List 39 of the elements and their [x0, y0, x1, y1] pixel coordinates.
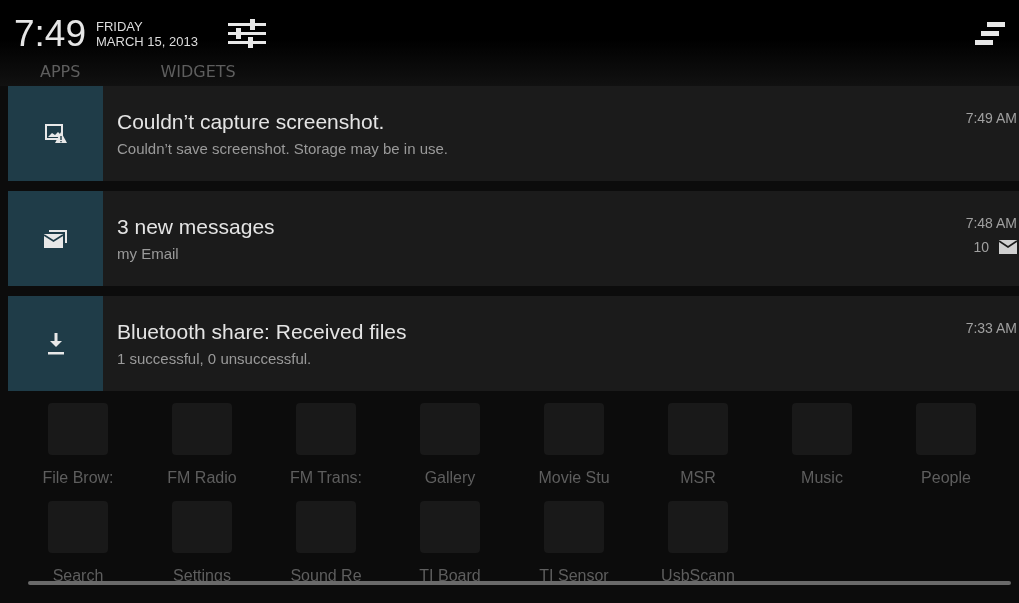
app-label: TI Sensor — [539, 567, 609, 585]
app-label: Music — [801, 469, 843, 487]
notification-text: 1 successful, 0 unsuccessful. — [117, 350, 313, 367]
shade-handle[interactable] — [28, 581, 1011, 585]
app-label: Sound Re — [290, 567, 362, 585]
app-label: Search — [52, 567, 104, 585]
date-label: MARCH 15, 2013 — [96, 34, 198, 49]
notification-title: Bluetooth share: Received files — [117, 320, 408, 344]
notification-title: 3 new messages — [117, 215, 276, 239]
picture-warning-icon — [44, 123, 67, 144]
app-label: Gallery — [424, 469, 476, 487]
notification-text: my Email — [117, 245, 180, 262]
notification-time: 7:33 AM — [965, 320, 1017, 336]
app-label: UsbScann — [661, 567, 735, 585]
download-icon — [46, 332, 65, 355]
app-label: Movie Stu — [538, 469, 610, 487]
app-label: File Brow: — [42, 469, 114, 487]
app-label: FM Radio — [167, 469, 237, 487]
notification-card[interactable]: Couldn’t capture screenshot. Couldn’t save screenshot. Storage may be in use. 7:49 AM — [8, 86, 1019, 181]
notification-title: Couldn’t capture screenshot. — [117, 110, 386, 134]
notification-card[interactable]: 3 new messages my Email 7:48 AM 10 — [8, 191, 1019, 286]
envelopes-icon — [43, 228, 68, 249]
app-label: Settings — [173, 567, 231, 585]
notification-time: 7:48 AM — [965, 215, 1017, 231]
app-label: People — [921, 469, 971, 487]
app-label: FM Trans: — [290, 469, 362, 487]
clear-all-icon[interactable] — [975, 22, 1005, 46]
notification-card[interactable]: Bluetooth share: Received files 1 successful, 0 unsuccessful. 7:33 AM — [8, 296, 1019, 391]
message-count: 10 — [973, 239, 989, 255]
app-label: TI Board — [419, 567, 481, 585]
notification-text: Couldn’t save screenshot. Storage may be in use. — [117, 140, 450, 157]
drawer-tab-label: APPS — [40, 62, 81, 81]
weekday-label: FRIDAY — [96, 19, 144, 34]
settings-icon[interactable] — [227, 19, 266, 49]
clock-time: 7:49 — [14, 13, 86, 55]
notification-time: 7:49 AM — [965, 110, 1017, 126]
drawer-tab-label: WIDGETS — [160, 62, 236, 81]
app-label: MSR — [680, 469, 716, 487]
envelope-icon — [999, 240, 1017, 254]
